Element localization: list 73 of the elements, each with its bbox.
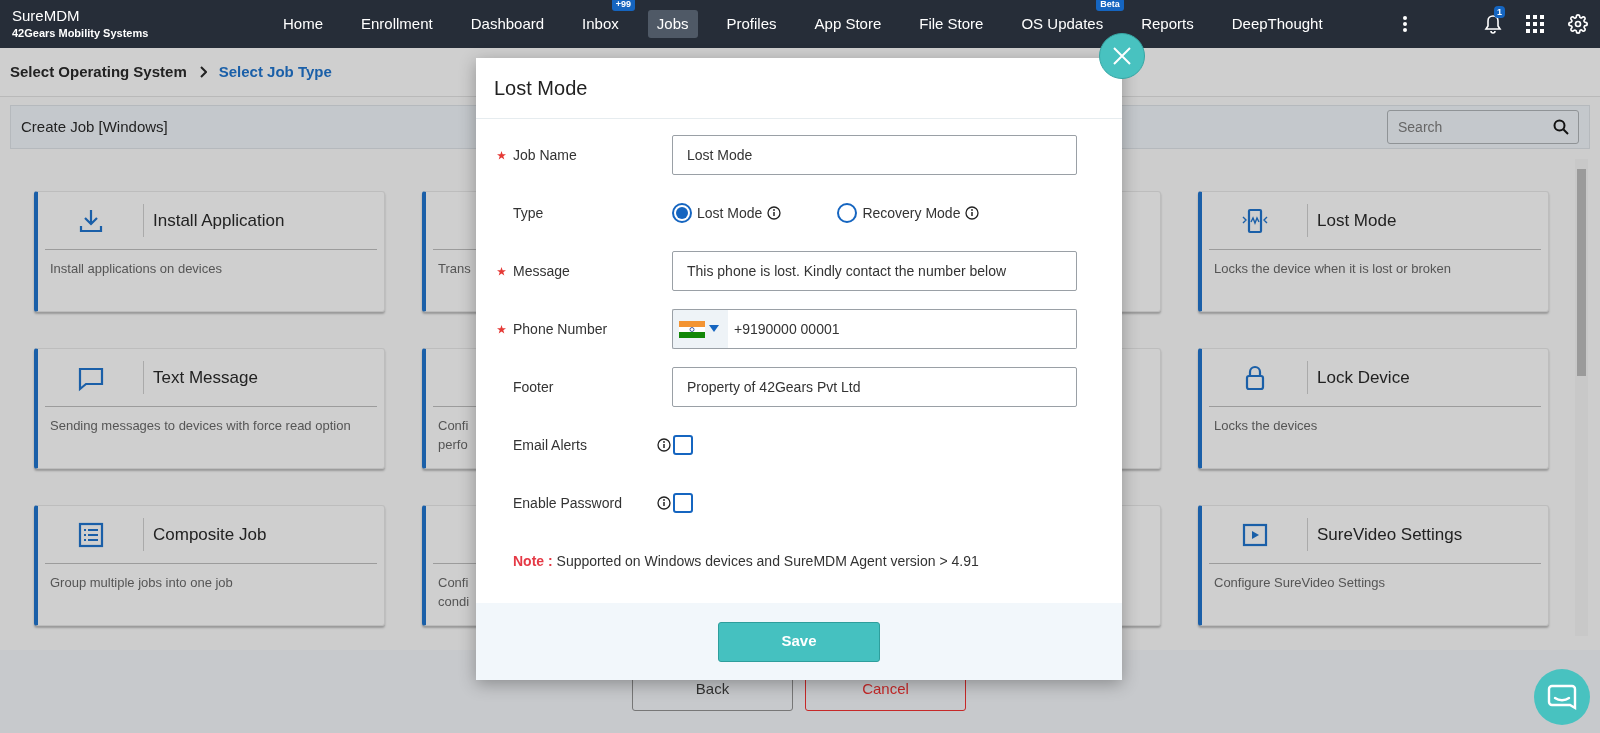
nav-tab[interactable]: Jobs [647,9,698,39]
field-label: Phone Number [513,319,608,339]
nav-tab[interactable]: Home [274,9,332,39]
brand-name: SureMDM [12,7,81,25]
nav-tab[interactable]: App Store [805,9,891,39]
job-card[interactable]: Text Message Sending messages to devices with force read option [34,348,385,469]
field-label: Job Name [513,145,577,165]
card-title: Text Message [152,366,258,389]
scrollbar[interactable] [1575,159,1588,636]
card-title: Composite Job [152,523,267,546]
nav-tab[interactable]: Profiles [717,9,786,39]
card-title: Install Application [152,209,285,232]
text-field[interactable]: This phone is lost. Kindly contact the number below [672,251,1077,291]
job-card[interactable]: Lock Device Locks the devices [1198,348,1549,469]
card-description: Configure SureVideo Settings [1213,574,1387,592]
nav-tab[interactable]: DeepThought [1222,9,1332,39]
more-icon[interactable] [1402,15,1408,33]
radio-button[interactable] [672,203,692,223]
close-icon [1113,47,1131,65]
nav-tab[interactable]: File Store [910,9,993,39]
list-icon [76,520,105,549]
nav-tab[interactable]: Dashboard [461,9,554,39]
info-icon [657,496,671,510]
nav-tab[interactable]: OS Updates [1012,9,1113,39]
notification-bell-icon[interactable] [1484,14,1502,34]
job-card[interactable]: SureVideo Settings Configure SureVideo Settings [1198,505,1549,626]
notification-count: 1 [1494,6,1505,18]
job-card[interactable]: Lost Mode Locks the device when it is lost or broken [1198,191,1549,312]
card-description: Group multiple jobs into one job [49,574,234,592]
card-title: Lock Device [1316,366,1410,389]
radio-label: Recovery Mode [862,203,961,223]
field-label: Message [513,261,570,281]
card-title: SureVideo Settings [1316,523,1463,546]
phone-signal-icon [1240,206,1269,235]
dialog-title: Lost Mode [494,76,588,101]
nav-tab[interactable]: Enrollment [352,9,442,39]
card-description: Sending messages to devices with force read option [49,417,352,435]
field-label: Type [513,203,544,223]
text-field[interactable]: Property of 42Gears Pvt Ltd [672,367,1077,407]
breadcrumb-link[interactable]: Select Job Type [218,60,332,84]
text-field[interactable]: Lost Mode [672,135,1077,175]
info-icon [965,206,980,220]
nav-badge: Beta [1096,0,1124,11]
chevron-right-icon [198,66,207,78]
nav-tab[interactable]: Inbox [573,9,628,39]
card-description: Confi condi [438,574,470,611]
checkbox[interactable] [673,493,693,513]
settings-icon[interactable] [1568,14,1588,34]
radio-button[interactable] [837,203,858,223]
info-icon [767,206,782,220]
card-description: Locks the device when it is lost or broken [1213,260,1452,278]
breadcrumb-link[interactable]: Select Operating System [10,60,187,84]
job-card[interactable]: Composite Job Group multiple jobs into one job [34,505,385,626]
search-field[interactable]: Search [1387,110,1579,144]
card-description: Confi perfo [438,417,469,454]
card-description: Install applications on devices [49,260,223,278]
info-icon [657,438,671,452]
card-description: Locks the devices [1213,417,1319,435]
field-label: Enable Password [513,493,622,513]
field-label: Footer [513,377,554,397]
card-title: Lost Mode [1316,209,1397,232]
panel-title: Create Job [Windows] [21,116,168,137]
card-description: Trans [438,260,471,278]
apps-grid-icon[interactable] [1526,15,1544,33]
search-icon[interactable] [1553,119,1569,135]
radio-label: Lost Mode [697,203,763,223]
nav-badge: +99 [611,0,636,11]
company-name: 42Gears Mobility Systems [12,26,150,41]
nav-tab[interactable]: Reports [1132,9,1203,39]
checkbox[interactable] [673,435,693,455]
field-label: Email Alerts [513,435,587,455]
job-card[interactable]: Install Application Install applications on devices [34,191,385,312]
note-text: Note : Supported on Windows devices and SureMDM Agent version > 4.91 [512,551,980,571]
